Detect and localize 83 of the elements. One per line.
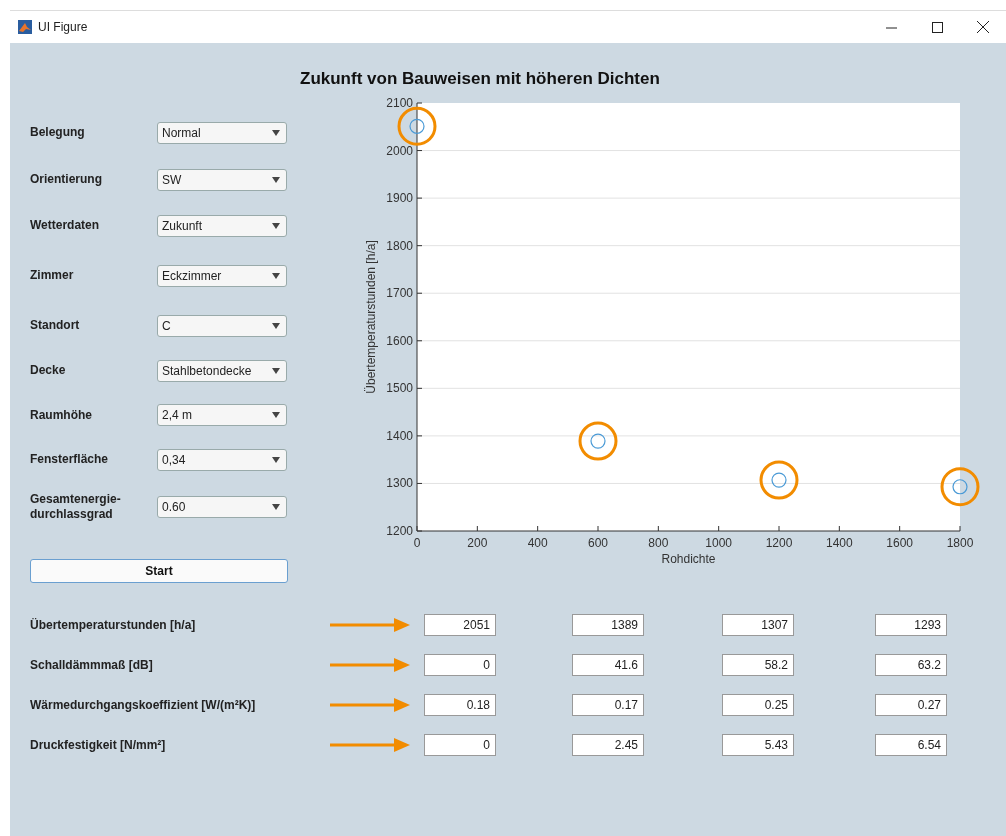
y-tick-label: 1500 (386, 381, 413, 396)
setting-label: Orientierung (30, 172, 103, 187)
dropdown[interactable]: Stahlbetondecke (157, 359, 287, 382)
data-point (409, 118, 425, 134)
x-tick-label: 0 (413, 536, 421, 550)
x-tick-label: 1400 (826, 536, 853, 550)
caret-icon (272, 322, 280, 329)
arrow-icon (330, 737, 410, 752)
y-tick-label: 1200 (386, 524, 413, 538)
result-field[interactable]: 0.27 (875, 693, 947, 716)
dropdown[interactable]: SW (157, 168, 287, 191)
app-icon (18, 20, 32, 34)
setting-label: Fensterfläche (30, 452, 110, 467)
result-field[interactable]: 41.6 (572, 653, 644, 676)
figure-heading: Zukunft von Bauweisen mit höheren Dichten (299, 69, 661, 90)
caret-icon (272, 412, 280, 418)
result-field[interactable]: 0.17 (572, 693, 644, 716)
y-tick-label: 1600 (386, 333, 413, 348)
caret-icon (272, 129, 280, 136)
setting-label: Standort (30, 318, 81, 333)
x-tick-label: 1800 (946, 536, 974, 550)
result-label: Schalldämmmaß [dB] (30, 657, 154, 672)
result-field[interactable]: 1307 (722, 613, 794, 636)
y-tick-label: 1300 (386, 476, 413, 491)
x-tick-label: 400 (527, 536, 548, 550)
setting-label: Belegung (30, 125, 86, 140)
setting-label: Wetterdaten (30, 218, 101, 233)
y-axis-title: Übertemperaturstunden [h/a] (364, 240, 378, 394)
arrow-icon (330, 657, 410, 672)
dropdown[interactable]: Zukunft (157, 214, 287, 237)
close-icon (977, 21, 989, 33)
dropdown[interactable]: C (157, 314, 287, 337)
x-axis-title: Rohdichte (661, 552, 716, 566)
setting-label: Decke (30, 363, 67, 378)
y-tick-label: 1900 (386, 191, 413, 206)
data-point (771, 472, 787, 488)
data-point (952, 479, 968, 495)
arrow-icon (330, 697, 410, 712)
setting-label: Zimmer (30, 268, 75, 283)
x-tick-label: 200 (467, 536, 488, 550)
caret-icon (272, 272, 280, 279)
result-field[interactable]: 2.45 (572, 733, 644, 756)
y-tick-label: 1700 (386, 286, 413, 301)
result-field[interactable]: 58.2 (722, 653, 794, 676)
result-field[interactable]: 1389 (572, 613, 644, 636)
data-point (590, 433, 606, 449)
x-tick-label: 1000 (705, 536, 732, 550)
start-button[interactable]: Start (30, 559, 288, 583)
caret-icon (272, 176, 280, 183)
result-field[interactable]: 1293 (875, 613, 947, 636)
result-field[interactable]: 6.54 (875, 733, 947, 756)
dropdown[interactable]: 0.60 (157, 495, 287, 518)
window-title: UI Figure (38, 20, 89, 34)
result-label: Druckfestigkeit [N/mm²] (30, 737, 167, 752)
result-field[interactable]: 0 (424, 733, 496, 756)
setting-label: Gesamtenergie- durchlassgrad (30, 491, 122, 522)
y-tick-label: 2100 (386, 96, 413, 110)
caret-icon (272, 503, 280, 510)
result-field[interactable]: 0.25 (722, 693, 794, 716)
result-label: Wärmedurchgangskoeffizient [W/(m²K)] (30, 697, 257, 712)
result-field[interactable]: 5.43 (722, 733, 794, 756)
x-tick-label: 1200 (765, 536, 793, 550)
caret-icon (272, 456, 280, 463)
dropdown[interactable]: Eckzimmer (157, 264, 287, 287)
result-label: Übertemperaturstunden [h/a] (30, 617, 197, 632)
result-field[interactable]: 0.18 (424, 693, 496, 716)
dropdown[interactable]: 2,4 m (157, 404, 287, 426)
dropdown[interactable]: Normal (157, 121, 287, 144)
result-field[interactable]: 2051 (424, 613, 496, 636)
result-field[interactable]: 0 (424, 653, 496, 676)
maximize-icon (931, 21, 943, 33)
caret-icon (272, 222, 280, 229)
setting-label: Raumhöhe (30, 407, 93, 423)
x-tick-label: 800 (648, 536, 669, 550)
y-tick-label: 1400 (386, 428, 413, 443)
dropdown[interactable]: 0,34 (157, 448, 287, 471)
arrow-icon (330, 617, 410, 632)
x-tick-label: 1600 (886, 536, 913, 550)
result-field[interactable]: 63.2 (875, 653, 947, 676)
y-tick-label: 2000 (386, 143, 413, 158)
x-tick-label: 600 (588, 536, 608, 550)
y-tick-label: 1800 (386, 238, 413, 253)
caret-icon (272, 367, 280, 374)
